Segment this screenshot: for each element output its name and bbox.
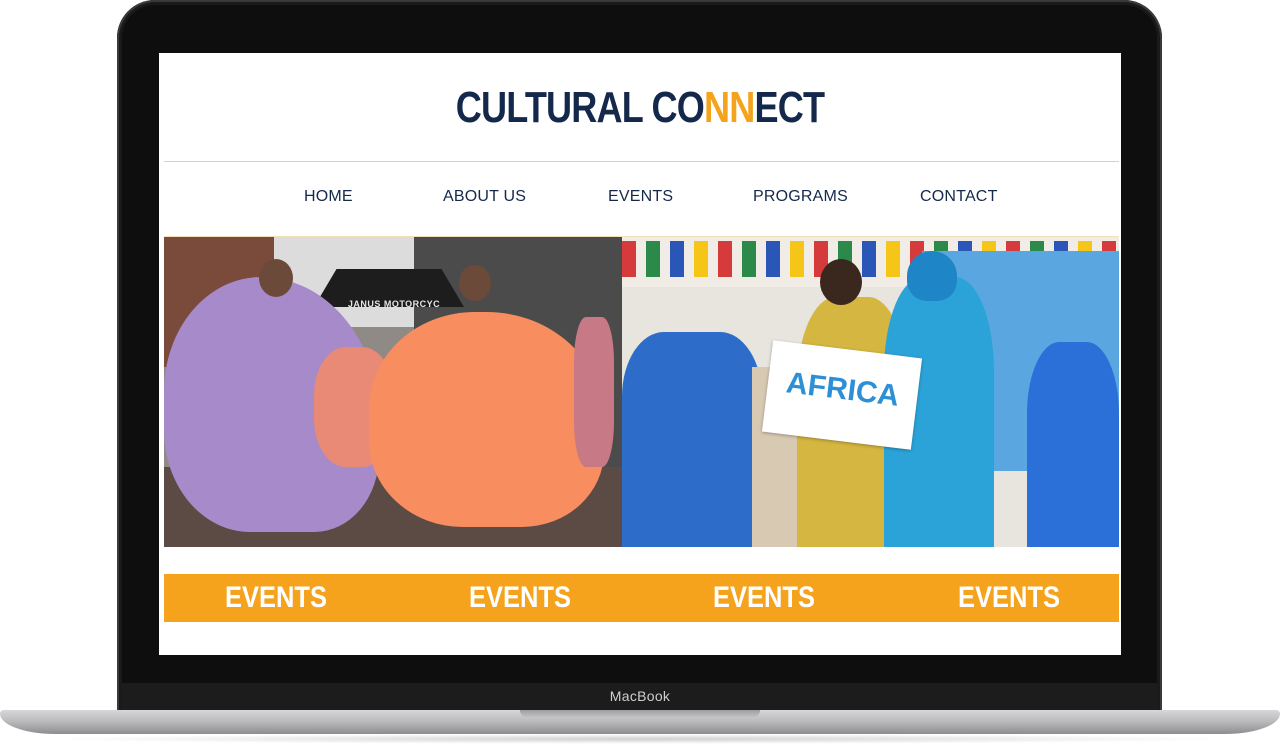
nav-contact[interactable]: CONTACT — [920, 188, 998, 206]
events-link-1[interactable]: EVENTS — [174, 581, 378, 615]
logo-text-accent: NN — [703, 83, 755, 132]
nav-about-us[interactable]: ABOUT US — [443, 188, 526, 206]
events-strip: EVENTS EVENTS EVENTS EVENTS — [164, 574, 1119, 622]
hero-photo-dancers: JANUS MOTORCYC — [164, 237, 622, 547]
laptop-shadow — [40, 734, 1240, 744]
logo-text-part2: ECT — [754, 83, 825, 132]
site-header: CULTURAL CONNECT — [159, 53, 1121, 161]
spectator — [574, 317, 614, 467]
child-right-headwrap — [907, 251, 957, 301]
africa-sign-text: AFRICA — [784, 366, 901, 413]
laptop-screen: CULTURAL CONNECT HOME ABOUT US EVENTS PR… — [159, 53, 1121, 655]
site-logo[interactable]: CULTURAL CONNECT — [246, 83, 1035, 133]
hero-photo-children: AFRICA — [622, 237, 1119, 547]
main-nav: HOME ABOUT US EVENTS PROGRAMS CONTACT — [164, 162, 1119, 236]
orange-dress — [369, 312, 604, 527]
tent-sign: JANUS MOTORCYC — [347, 299, 441, 309]
events-link-3[interactable]: EVENTS — [662, 581, 866, 615]
africa-sign: AFRICA — [761, 340, 923, 450]
adult-right — [1027, 342, 1119, 547]
audience-left — [622, 332, 762, 547]
events-link-4[interactable]: EVENTS — [907, 581, 1111, 615]
dancer-left-head — [259, 259, 293, 297]
dancer-right-head — [459, 265, 491, 301]
nav-home[interactable]: HOME — [304, 188, 353, 206]
nav-programs[interactable]: PROGRAMS — [753, 188, 848, 206]
events-link-2[interactable]: EVENTS — [418, 581, 622, 615]
laptop-base-notch — [520, 710, 760, 718]
logo-text-part1: CULTURAL CO — [455, 83, 705, 132]
nav-events[interactable]: EVENTS — [608, 188, 673, 206]
laptop-brand-label: MacBook — [609, 688, 671, 704]
child-left-head — [820, 259, 862, 305]
